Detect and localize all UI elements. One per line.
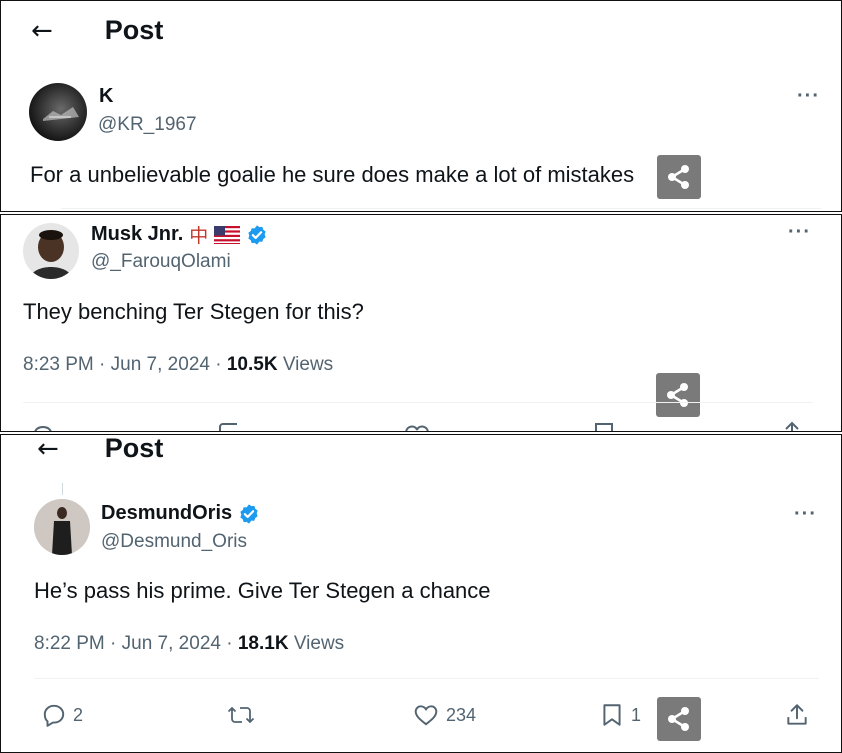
page-title: Post <box>104 434 164 463</box>
views-count: 10.5K <box>226 354 278 375</box>
arrow-left-icon[interactable]: ← <box>37 435 59 464</box>
post-text: They benching Ter Stegen for this? <box>23 299 364 324</box>
divider <box>34 678 819 679</box>
post-header: ← Post <box>31 15 163 46</box>
reply-icon <box>43 704 65 727</box>
us-flag-icon <box>214 225 241 244</box>
bookmark-button[interactable]: 1 <box>599 702 641 728</box>
repost-icon <box>227 706 255 724</box>
badge-char: 中 <box>189 226 209 247</box>
author-name[interactable]: K <box>99 85 113 108</box>
views-label: Views <box>277 354 334 375</box>
avatar[interactable] <box>23 223 79 279</box>
arrow-left-icon[interactable]: ← <box>31 16 53 46</box>
like-count: 234 <box>446 704 477 725</box>
post-panel-2: Musk Jnr. 中 @_FarouqOlami ··· They bench… <box>0 214 842 432</box>
post-timestamp[interactable]: 8:22 PM · Jun 7, 2024 · <box>34 633 238 654</box>
post-panel-1: ← Post K @KR_1967 ··· For a unbelievable… <box>0 0 842 212</box>
post-meta: 8:23 PM · Jun 7, 2024 · 10.5K Views <box>23 354 333 376</box>
post-panel-3: ← Post DesmundOris @Desmund_Oris ··· He’… <box>0 434 842 753</box>
post-header: ← Post <box>37 434 164 464</box>
repost-button[interactable] <box>227 702 255 728</box>
like-icon <box>414 705 438 726</box>
author-handle[interactable]: @Desmund_Oris <box>101 531 247 553</box>
post-text: For a unbelievable goalie he sure does m… <box>30 162 635 187</box>
share-icon[interactable] <box>657 697 701 741</box>
like-icon[interactable] <box>403 421 431 432</box>
more-options-icon[interactable]: ··· <box>797 85 820 108</box>
divider <box>61 208 821 209</box>
avatar-image <box>43 107 79 121</box>
author-name-row: DesmundOris <box>101 502 260 525</box>
views-count: 18.1K <box>237 633 289 654</box>
verified-badge-icon <box>240 503 258 524</box>
bookmark-icon <box>603 704 621 726</box>
author-name[interactable]: Musk Jnr. <box>91 223 183 246</box>
reply-count: 2 <box>73 704 84 725</box>
repost-icon[interactable] <box>216 421 244 432</box>
thread-line <box>62 483 63 495</box>
upload-icon[interactable] <box>781 421 803 432</box>
author-name-row: Musk Jnr. 中 <box>91 221 268 248</box>
page-title: Post <box>104 15 164 45</box>
post-text: He’s pass his prime. Give Ter Stegen a c… <box>34 578 491 603</box>
bookmark-icon[interactable] <box>593 421 615 432</box>
avatar[interactable] <box>34 499 90 555</box>
post-meta: 8:22 PM · Jun 7, 2024 · 18.1K Views <box>34 633 344 655</box>
author-name[interactable]: DesmundOris <box>101 502 232 525</box>
views-label: Views <box>288 633 345 654</box>
bookmark-count: 1 <box>631 704 642 725</box>
avatar-image <box>29 230 73 279</box>
like-button[interactable]: 234 <box>412 702 476 728</box>
avatar[interactable] <box>29 83 87 141</box>
upload-icon <box>787 704 807 725</box>
more-options-icon[interactable]: ··· <box>794 503 817 526</box>
avatar-image <box>34 499 90 555</box>
share-upload-button[interactable] <box>784 702 810 728</box>
author-handle[interactable]: @KR_1967 <box>98 114 197 136</box>
verified-badge-icon <box>248 224 266 245</box>
reply-button[interactable]: 2 <box>41 702 83 728</box>
divider <box>23 402 813 403</box>
post-timestamp[interactable]: 8:23 PM · Jun 7, 2024 · <box>23 354 227 375</box>
share-icon[interactable] <box>656 373 700 417</box>
author-handle[interactable]: @_FarouqOlami <box>91 251 231 273</box>
share-icon[interactable] <box>657 155 701 199</box>
more-options-icon[interactable]: ··· <box>788 221 811 244</box>
reply-icon[interactable] <box>31 421 55 432</box>
